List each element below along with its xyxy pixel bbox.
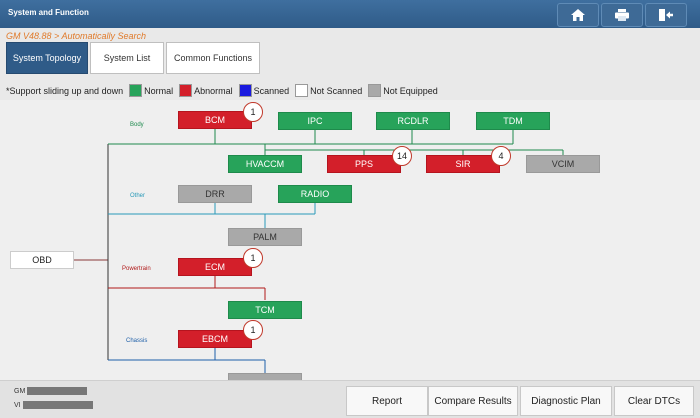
tab-common-functions[interactable]: Common Functions bbox=[166, 42, 260, 74]
module-ebcm[interactable]: EBCM bbox=[178, 330, 252, 348]
compare-results-button[interactable]: Compare Results bbox=[428, 386, 518, 416]
print-icon bbox=[615, 9, 629, 21]
vehicle-info-line2: VI bbox=[14, 401, 93, 409]
module-hvaccm[interactable]: HVACCM bbox=[228, 155, 302, 173]
legend-label-scanned: Scanned bbox=[253, 85, 290, 96]
redacted-text bbox=[22, 401, 93, 409]
module-partial[interactable] bbox=[228, 373, 302, 380]
module-ipc[interactable]: IPC bbox=[278, 112, 352, 130]
module-pps[interactable]: PPS bbox=[327, 155, 401, 173]
bottom-toolbar: GM VI Report Compare Results Diagnostic … bbox=[0, 380, 700, 418]
clear-dtcs-button[interactable]: Clear DTCs bbox=[614, 386, 694, 416]
legend-label-abnormal: Abnormal bbox=[194, 85, 233, 96]
redacted-text bbox=[27, 387, 88, 395]
group-label-other: Other bbox=[130, 193, 146, 199]
report-button[interactable]: Report bbox=[346, 386, 428, 416]
exit-icon bbox=[659, 9, 673, 21]
legend-label-not-equipped: Not Equipped bbox=[383, 85, 438, 96]
dtc-badge-bcm: 1 bbox=[243, 102, 263, 122]
print-button[interactable] bbox=[601, 3, 643, 27]
vehicle-model-label: GM bbox=[14, 387, 26, 395]
module-ecm[interactable]: ECM bbox=[178, 258, 252, 276]
legend-swatch-normal bbox=[129, 84, 143, 97]
group-label-body: Body bbox=[130, 122, 144, 128]
exit-button[interactable] bbox=[645, 3, 687, 27]
legend-swatch-scanned bbox=[238, 84, 252, 97]
window-title: System and Function bbox=[8, 8, 89, 17]
dtc-badge-ebcm: 1 bbox=[243, 320, 263, 340]
breadcrumb: GM V48.88 > Automatically Search bbox=[6, 31, 146, 41]
topology-canvas[interactable]: OBD Body Other Powertrain Chassis BCM 1 … bbox=[0, 100, 700, 380]
vin-label: VI bbox=[14, 401, 21, 409]
legend: *Support sliding up and down Normal Abno… bbox=[6, 84, 438, 97]
module-vcim[interactable]: VCIM bbox=[526, 155, 600, 173]
legend-swatch-not-scanned bbox=[295, 84, 309, 97]
legend-label-not-scanned: Not Scanned bbox=[310, 85, 363, 96]
module-tdm[interactable]: TDM bbox=[476, 112, 550, 130]
home-button[interactable] bbox=[557, 3, 599, 27]
legend-label-normal: Normal bbox=[144, 85, 174, 96]
tab-system-topology[interactable]: System Topology bbox=[6, 42, 88, 74]
module-tcm[interactable]: TCM bbox=[228, 301, 302, 319]
dtc-badge-ecm: 1 bbox=[243, 248, 263, 268]
dtc-badge-pps: 14 bbox=[392, 146, 412, 166]
module-sir[interactable]: SIR bbox=[426, 155, 500, 173]
module-rcdlr[interactable]: RCDLR bbox=[376, 112, 450, 130]
dtc-badge-sir: 4 bbox=[491, 146, 511, 166]
module-palm[interactable]: PALM bbox=[228, 228, 302, 246]
legend-swatch-not-equipped bbox=[368, 84, 382, 97]
group-label-powertrain: Powertrain bbox=[122, 266, 151, 272]
legend-swatch-abnormal bbox=[179, 84, 193, 97]
module-drr[interactable]: DRR bbox=[178, 185, 252, 203]
module-bcm[interactable]: BCM bbox=[178, 111, 252, 129]
topology-node-obd[interactable]: OBD bbox=[10, 251, 74, 269]
topology-connector-lines bbox=[74, 128, 564, 374]
home-icon bbox=[571, 9, 585, 21]
title-bar: System and Function bbox=[0, 0, 700, 28]
group-label-chassis: Chassis bbox=[126, 338, 148, 344]
legend-note: *Support sliding up and down bbox=[6, 85, 124, 96]
tab-system-list[interactable]: System List bbox=[90, 42, 164, 74]
vehicle-info-line1: GM bbox=[14, 387, 88, 395]
diagnostic-plan-button[interactable]: Diagnostic Plan bbox=[520, 386, 612, 416]
module-radio[interactable]: RADIO bbox=[278, 185, 352, 203]
